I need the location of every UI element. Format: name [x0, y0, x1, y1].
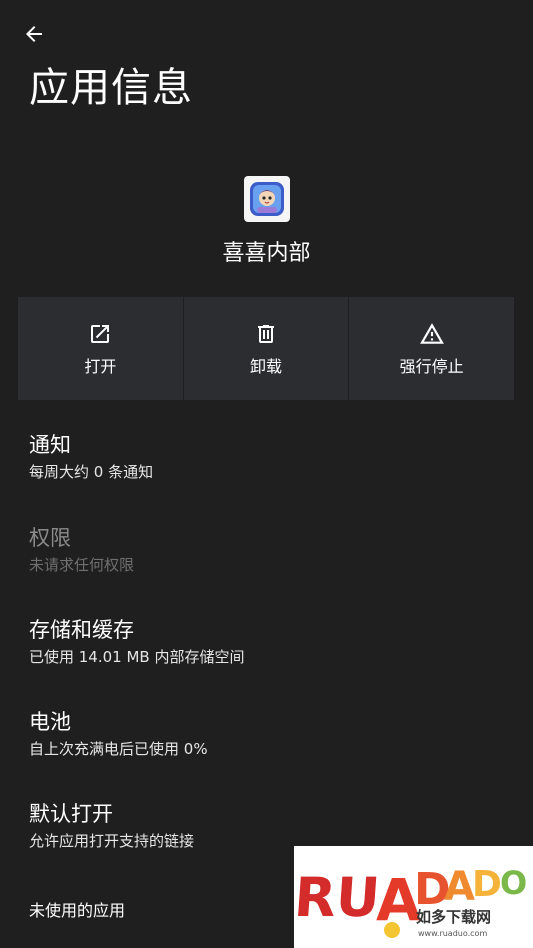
settings-item-storage[interactable]: 存储和缓存 已使用 14.01 MB 内部存储空间 — [29, 613, 509, 667]
open-button[interactable]: 打开 — [18, 297, 184, 400]
svg-text:A: A — [444, 864, 475, 910]
settings-item-title: 默认打开 — [29, 802, 113, 826]
back-button[interactable] — [16, 16, 52, 52]
svg-text:RU: RU — [294, 866, 382, 929]
app-logo-icon — [250, 182, 284, 216]
settings-item-title: 权限 — [29, 526, 71, 550]
settings-item-title: 电池 — [29, 710, 71, 734]
uninstall-label: 卸载 — [250, 356, 283, 376]
settings-item-title: 存储和缓存 — [29, 618, 134, 642]
uninstall-button[interactable]: 卸载 — [184, 297, 350, 400]
open-label: 打开 — [84, 356, 117, 376]
svg-text:O: O — [500, 864, 527, 902]
app-info-screen: 应用信息 喜喜内部 打开 卸载 强行停止 通知 每周大约 0 条通知 权限 未请… — [0, 0, 533, 948]
open-external-icon — [87, 321, 113, 347]
svg-text:www.ruaduo.com: www.ruaduo.com — [418, 929, 487, 938]
settings-item-subtitle: 每周大约 0 条通知 — [29, 463, 154, 481]
svg-text:如多下载网: 如多下载网 — [416, 908, 491, 926]
arrow-back-icon — [26, 26, 42, 42]
settings-item-permissions[interactable]: 权限 未请求任何权限 — [29, 521, 509, 575]
force-stop-button[interactable]: 强行停止 — [349, 297, 514, 400]
settings-item-open-by-default[interactable]: 默认打开 允许应用打开支持的链接 — [29, 797, 509, 851]
app-icon — [244, 176, 290, 222]
svg-text:D: D — [472, 864, 502, 905]
app-name: 喜喜内部 — [222, 241, 311, 266]
page-title: 应用信息 — [29, 65, 193, 111]
settings-item-title: 通知 — [29, 433, 71, 457]
warning-icon — [419, 321, 445, 347]
settings-item-battery[interactable]: 电池 自上次充满电后已使用 0% — [29, 705, 509, 759]
trash-icon — [253, 321, 279, 347]
watermark-logo: RU A D A D O 如多下载网 www.ruaduo.com — [294, 846, 533, 948]
action-bar: 打开 卸载 强行停止 — [18, 297, 514, 400]
settings-item-subtitle: 未请求任何权限 — [29, 556, 135, 574]
force-stop-label: 强行停止 — [399, 356, 464, 376]
settings-item-subtitle: 自上次充满电后已使用 0% — [29, 740, 208, 758]
settings-item-subtitle: 已使用 14.01 MB 内部存储空间 — [29, 648, 245, 666]
settings-item-notifications[interactable]: 通知 每周大约 0 条通知 — [29, 428, 509, 482]
